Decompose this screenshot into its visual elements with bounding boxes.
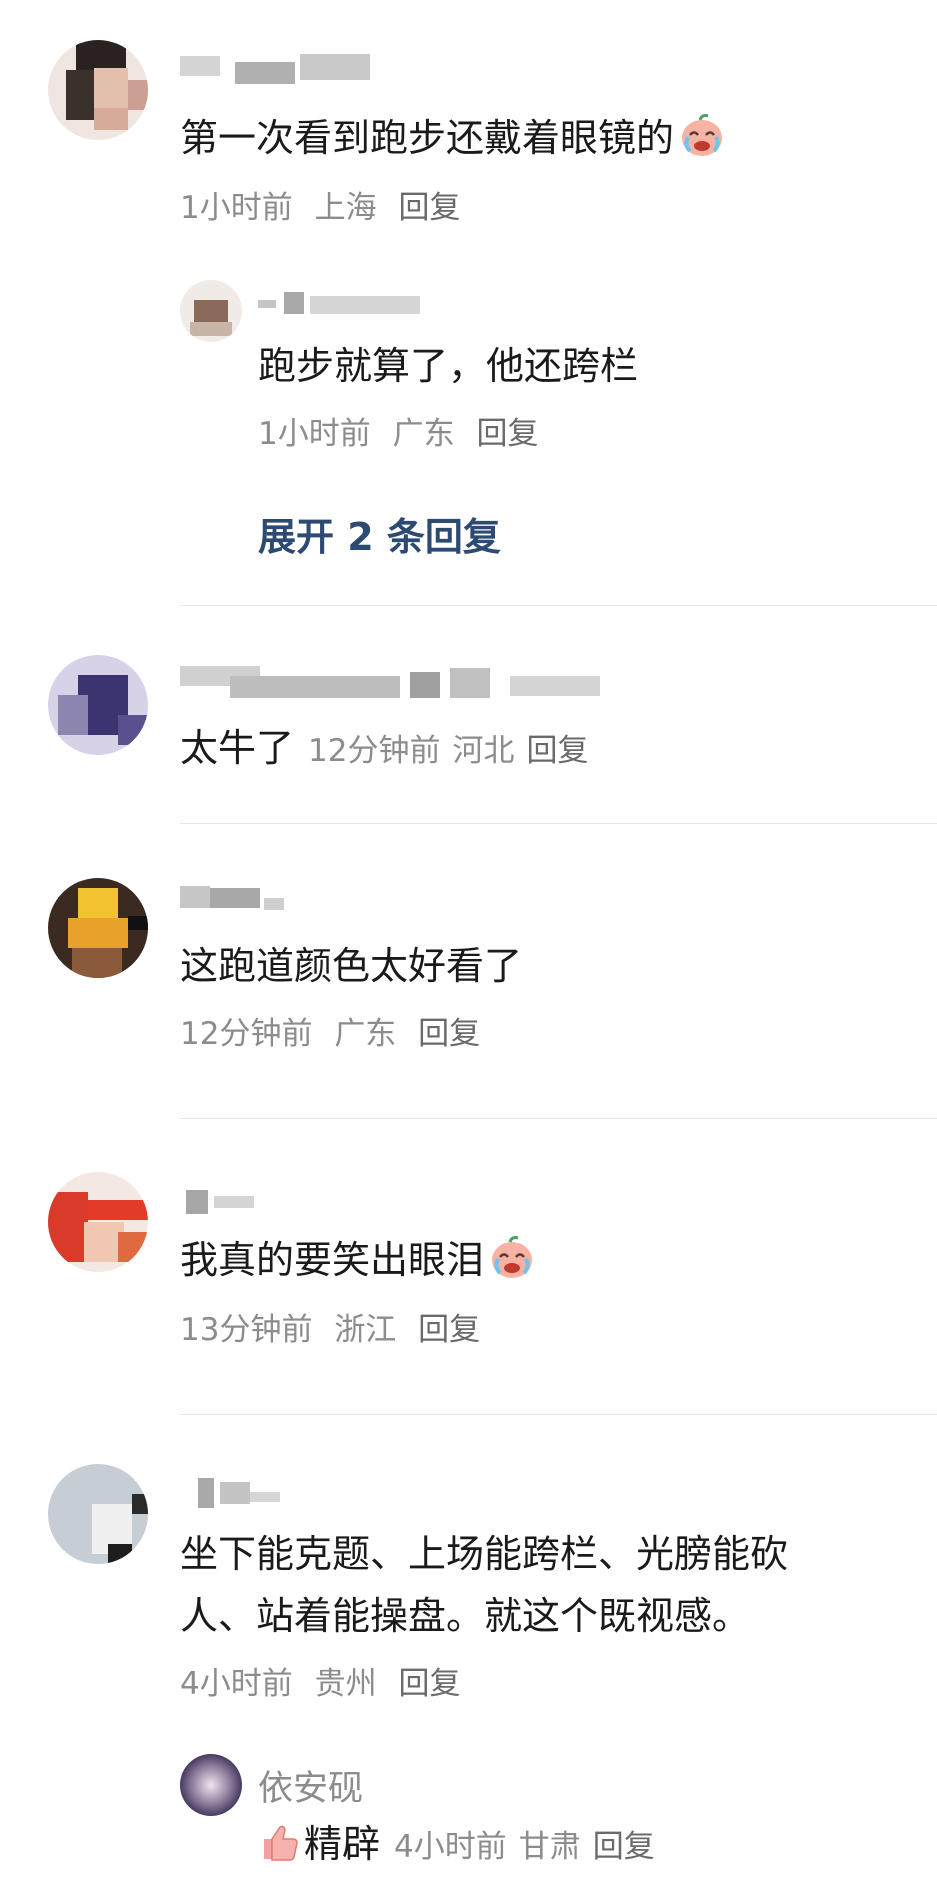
- comment-text: 我真的要笑出眼泪: [180, 1230, 536, 1290]
- crying-laughing-face-icon: [682, 114, 723, 156]
- username-blurred[interactable]: [180, 1178, 280, 1214]
- location: 上海: [314, 190, 377, 226]
- comment-text-line: 坐下能克题、上场能跨栏、光膀能砍: [180, 1532, 789, 1576]
- username-blurred[interactable]: [258, 290, 428, 326]
- timestamp: 4小时前: [394, 1829, 507, 1865]
- comment-meta: 1小时前 上海 回复: [180, 188, 472, 228]
- comment-text: 太牛了 12分钟前 河北 回复: [180, 718, 600, 781]
- comment-meta: 13分钟前 浙江 回复: [180, 1310, 492, 1350]
- timestamp: 13分钟前: [180, 1312, 313, 1348]
- location: 贵州: [314, 1666, 377, 1702]
- timestamp: 1小时前: [180, 190, 293, 226]
- reply-meta: 1小时前 广东 回复: [258, 414, 550, 454]
- comment-text: 这跑道颜色太好看了: [180, 944, 523, 988]
- thumbs-up-icon: [264, 1825, 298, 1861]
- username-blurred[interactable]: [180, 1474, 290, 1510]
- location: 广东: [392, 416, 455, 452]
- reply-button[interactable]: 回复: [593, 1829, 655, 1865]
- divider: [180, 605, 937, 606]
- crying-laughing-face-icon: [492, 1236, 533, 1278]
- avatar[interactable]: [48, 1172, 148, 1272]
- avatar[interactable]: [180, 1754, 242, 1816]
- divider: [180, 823, 937, 824]
- location: 河北: [452, 733, 515, 769]
- timestamp: 12分钟前: [180, 1016, 313, 1052]
- reply-button[interactable]: 回复: [476, 416, 538, 452]
- reply-button[interactable]: 回复: [526, 733, 588, 769]
- timestamp: 4小时前: [180, 1666, 293, 1702]
- divider: [180, 1414, 937, 1415]
- location: 甘肃: [518, 1829, 581, 1865]
- avatar[interactable]: [180, 280, 242, 342]
- avatar[interactable]: [48, 655, 148, 755]
- reply-button[interactable]: 回复: [398, 1666, 460, 1702]
- comment-text: 第一次看到跑步还戴着眼镜的: [180, 108, 726, 168]
- timestamp: 1小时前: [258, 416, 371, 452]
- location: 浙江: [334, 1312, 397, 1348]
- comment-text-line: 人、站着能操盘。就这个既视感。: [180, 1594, 751, 1638]
- expand-replies-button[interactable]: 展开 2 条回复: [258, 506, 501, 561]
- username-blurred[interactable]: [180, 662, 600, 698]
- reply-button[interactable]: 回复: [398, 190, 460, 226]
- reply-text: 精辟 4小时前 甘肃 回复: [258, 1814, 667, 1877]
- reply-meta: 4小时前 甘肃 回复: [394, 1829, 667, 1865]
- comment-meta: 4小时前 贵州 回复: [180, 1664, 472, 1704]
- location: 广东: [334, 1016, 397, 1052]
- reply-button[interactable]: 回复: [418, 1016, 480, 1052]
- avatar[interactable]: [48, 878, 148, 978]
- comment-meta: 12分钟前 河北 回复: [308, 733, 600, 769]
- reply-text: 跑步就算了，他还跨栏: [258, 344, 639, 388]
- username-blurred[interactable]: [180, 52, 380, 88]
- avatar[interactable]: [48, 40, 148, 140]
- timestamp: 12分钟前: [308, 733, 441, 769]
- comment-meta: 12分钟前 广东 回复: [180, 1014, 492, 1054]
- reply-username[interactable]: 依安砚: [258, 1760, 363, 1811]
- reply-button[interactable]: 回复: [418, 1312, 480, 1348]
- username-blurred[interactable]: [180, 880, 300, 916]
- divider: [180, 1118, 937, 1119]
- avatar[interactable]: [48, 1464, 148, 1564]
